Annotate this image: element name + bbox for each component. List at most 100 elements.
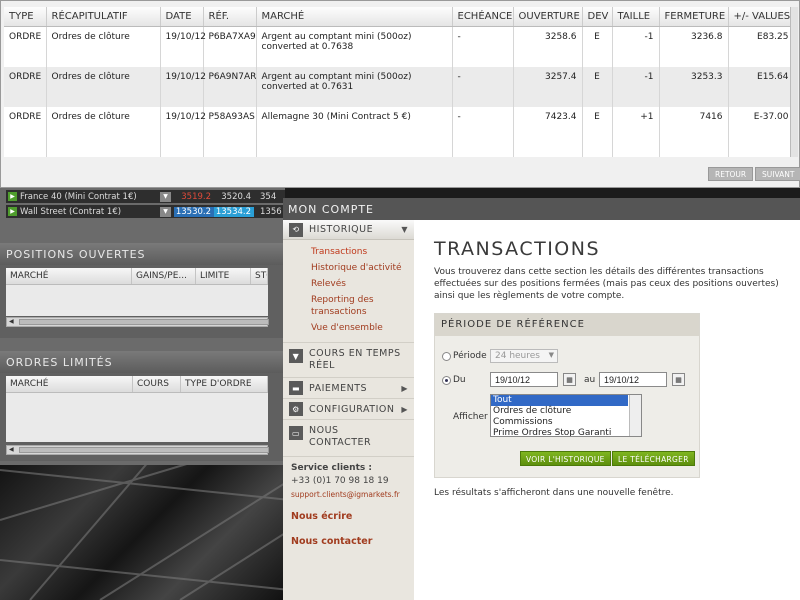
nav-payments[interactable]: ▬ PAIEMENTS ▶ — [283, 378, 414, 398]
nav-label: COURS EN TEMPS RÉEL — [309, 348, 401, 371]
box-title: PÉRIODE DE RÉFÉRENCE — [435, 314, 699, 336]
account-window: MON COMPTE ⟲ HISTORIQUE ▼ Transactions H… — [283, 198, 800, 600]
market-row[interactable]: ▶ France 40 (Mini Contrat 1€) ▼ 3519.2 3… — [6, 190, 285, 203]
col-header[interactable]: MARCHÉ — [6, 268, 132, 284]
chevron-right-icon: ▶ — [401, 383, 408, 393]
cell-ref: P6A9N7AR — [203, 66, 257, 107]
cell-type: ORDRE — [4, 66, 47, 107]
col-header-recap[interactable]: RÉCAPITULATIF — [46, 7, 161, 27]
cell-size: +1 — [612, 106, 660, 157]
limit-orders-panel: ORDRES LIMITÉS MARCHÉ COURS TYPE D'ORDRE… — [0, 351, 285, 461]
page-title: TRANSACTIONS — [434, 238, 601, 260]
cell-recap: Ordres de clôture — [46, 26, 161, 67]
download-button[interactable]: LE TÉLÉCHARGER — [612, 451, 695, 466]
vertical-scrollbar[interactable] — [790, 7, 798, 157]
filter-icon: ▼ — [289, 349, 303, 363]
sub-link-overview[interactable]: Vue d'ensemble — [311, 322, 414, 334]
col-header-echeance[interactable]: ECHÉANCE — [452, 7, 514, 27]
horizontal-scrollbar[interactable]: ◀ — [6, 317, 269, 327]
orders-table: MARCHÉ COURS TYPE D'ORDRE — [6, 376, 268, 442]
calendar-icon[interactable]: ▦ — [672, 373, 685, 386]
col-header[interactable]: TYPE D'ORDRE — [181, 376, 268, 392]
transaction-type-listbox[interactable]: Tout Ordres de clôture Commissions Prime… — [490, 394, 642, 437]
panel-title: ORDRES LIMITÉS — [0, 351, 285, 373]
write-us-link[interactable]: Nous écrire — [291, 511, 414, 522]
horizontal-scrollbar[interactable]: ◀ — [6, 445, 269, 455]
nav-historique[interactable]: ⟲ HISTORIQUE ▼ — [283, 220, 414, 240]
cell-recap: Ordres de clôture — [46, 106, 161, 157]
nav-label: HISTORIQUE — [309, 224, 374, 235]
play-icon[interactable]: ▶ — [8, 207, 17, 216]
sub-link-activity[interactable]: Historique d'activité — [311, 262, 414, 274]
sub-link-reporting[interactable]: Reporting des transactions — [311, 294, 414, 318]
cell-pnl: E15.64 — [728, 66, 795, 107]
next-button[interactable]: SUIVANT — [755, 167, 800, 181]
list-option[interactable]: Tout — [491, 395, 628, 406]
market-name: France 40 (Mini Contrat 1€) — [20, 191, 137, 202]
chevron-down-icon[interactable]: ▼ — [160, 206, 171, 217]
historique-submenu: Transactions Historique d'activité Relev… — [283, 240, 414, 342]
sell-price[interactable]: 3519.2 — [174, 192, 214, 202]
col-header-dev[interactable]: DEV — [582, 7, 613, 27]
chevron-down-icon[interactable]: ▼ — [160, 191, 171, 202]
col-header-market[interactable]: MARCHÉ — [256, 7, 453, 27]
col-header-type[interactable]: TYPE — [4, 7, 47, 27]
col-header-ref[interactable]: RÉF. — [203, 7, 257, 27]
cell-close: 3253.3 — [659, 66, 729, 107]
from-date-input[interactable] — [490, 372, 558, 387]
calendar-icon[interactable]: ▦ — [563, 373, 576, 386]
listbox-scrollbar[interactable] — [629, 395, 641, 436]
chevron-right-icon: ▶ — [401, 404, 408, 414]
nav-label: CONFIGURATION — [309, 403, 395, 415]
support-phone: +33 (0)1 70 98 18 19 — [291, 476, 389, 486]
sell-price[interactable]: 13530.2 — [174, 206, 214, 217]
play-icon[interactable]: ▶ — [8, 192, 17, 201]
list-option[interactable]: Ordres de clôture — [491, 406, 641, 417]
nav-contact[interactable]: ▭ NOUS CONTACTER — [283, 420, 414, 456]
col-header-open[interactable]: OUVERTURE — [513, 7, 583, 27]
account-sidebar: ⟲ HISTORIQUE ▼ Transactions Historique d… — [283, 220, 414, 600]
col-header-close[interactable]: FERMETURE — [659, 7, 729, 27]
window-title: MON COMPTE — [283, 198, 800, 220]
show-label: Afficher — [453, 412, 488, 422]
card-icon: ▬ — [289, 381, 303, 395]
transactions-table: TYPE RÉCAPITULATIF DATE RÉF. MARCHÉ ECHÉ… — [4, 7, 795, 157]
sub-link-transactions[interactable]: Transactions — [311, 246, 414, 258]
col-header[interactable]: GAINS/PE... — [132, 268, 196, 284]
col-header-pnl[interactable]: +/- VALUES — [728, 7, 795, 27]
view-history-button[interactable]: VOIR L'HISTORIQUE — [520, 451, 611, 466]
cell-pnl: E83.25 — [728, 26, 795, 67]
table-row[interactable]: ORDRE Ordres de clôture 19/10/12 P58A93A… — [4, 106, 795, 157]
nav-configuration[interactable]: ⚙ CONFIGURATION ▶ — [283, 399, 414, 419]
market-row[interactable]: ▶ Wall Street (Contrat 1€) ▼ 13530.2 135… — [6, 205, 285, 218]
date-range-radio[interactable] — [442, 376, 451, 385]
table-row[interactable]: ORDRE Ordres de clôture 19/10/12 P6BA7XA… — [4, 26, 795, 67]
to-label: au — [584, 375, 596, 385]
to-date-input[interactable] — [599, 372, 667, 387]
contact-us-link[interactable]: Nous contacter — [291, 536, 414, 547]
support-info: Service clients : +33 (0)1 70 98 18 19 s… — [283, 457, 414, 547]
cell-market: Allemagne 30 (Mini Contract 5 €) — [256, 106, 453, 157]
col-header[interactable]: COURS — [133, 376, 181, 392]
period-select[interactable]: 24 heures ▼ — [490, 349, 558, 363]
back-button[interactable]: RETOUR — [708, 167, 754, 181]
support-email-link[interactable]: support.clients@igmarkets.fr — [291, 490, 414, 499]
col-header[interactable]: LIMITE — [196, 268, 251, 284]
chevron-down-icon: ▼ — [401, 225, 408, 234]
col-header[interactable]: MARCHÉ — [6, 376, 133, 392]
buy-price[interactable]: 13534.2 — [214, 206, 254, 217]
cell-echeance: - — [452, 66, 514, 107]
period-radio[interactable] — [442, 352, 451, 361]
chevron-down-icon: ▼ — [548, 351, 554, 359]
col-header-date[interactable]: DATE — [160, 7, 204, 27]
cell-echeance: - — [452, 106, 514, 157]
list-option[interactable]: Commissions — [491, 417, 641, 428]
cell-size: -1 — [612, 26, 660, 67]
table-row[interactable]: ORDRE Ordres de clôture 19/10/12 P6A9N7A… — [4, 66, 795, 107]
buy-price[interactable]: 3520.4 — [214, 192, 254, 202]
list-option[interactable]: Prime Ordres Stop Garanti — [491, 428, 641, 436]
col-header[interactable]: STO — [251, 268, 268, 284]
sub-link-statements[interactable]: Relevés — [311, 278, 414, 290]
nav-live-prices[interactable]: ▼ COURS EN TEMPS RÉEL — [283, 343, 414, 377]
col-header-size[interactable]: TAILLE — [612, 7, 660, 27]
